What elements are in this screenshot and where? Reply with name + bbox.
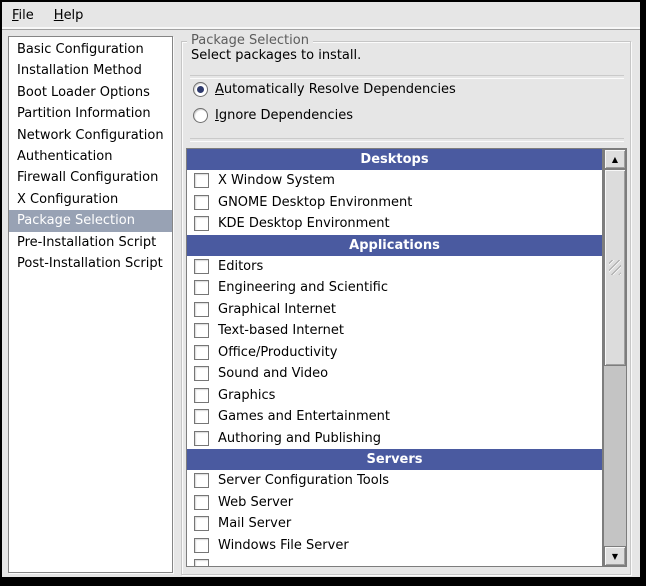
package-label: Engineering and Scientific bbox=[218, 280, 388, 295]
separator bbox=[190, 75, 624, 79]
sidebar-item[interactable]: Boot Loader Options bbox=[9, 82, 172, 103]
app-window: File Help Basic ConfigurationInstallatio… bbox=[0, 0, 646, 586]
separator bbox=[190, 138, 624, 142]
scroll-up-button[interactable]: ▲ bbox=[604, 149, 626, 169]
package-label: Office/Productivity bbox=[218, 345, 337, 360]
radio-ignore-label: Ignore Dependencies bbox=[215, 108, 353, 123]
window-background: File Help Basic ConfigurationInstallatio… bbox=[2, 2, 640, 577]
package-row[interactable]: KDE Desktop Environment bbox=[187, 213, 602, 235]
package-row[interactable]: Editors bbox=[187, 256, 602, 278]
package-checkbox[interactable] bbox=[194, 323, 209, 338]
sidebar-item[interactable]: Partition Information bbox=[9, 103, 172, 124]
package-checkbox[interactable] bbox=[194, 495, 209, 510]
scroll-down-button[interactable]: ▼ bbox=[604, 546, 626, 566]
package-label: Graphics bbox=[218, 388, 275, 403]
menu-help-mnemonic: H bbox=[54, 8, 64, 23]
package-checkbox[interactable] bbox=[194, 409, 209, 424]
package-label: Text-based Internet bbox=[218, 323, 344, 338]
package-checkbox[interactable] bbox=[194, 259, 209, 274]
menu-file-label: ile bbox=[19, 8, 34, 23]
package-row[interactable]: Graphics bbox=[187, 385, 602, 407]
package-label: Editors bbox=[218, 259, 263, 274]
package-row[interactable]: Text-based Internet bbox=[187, 320, 602, 342]
package-row[interactable]: GNOME Desktop Environment bbox=[187, 192, 602, 214]
package-checkbox[interactable] bbox=[194, 431, 209, 446]
radio-ignore-dependencies[interactable]: Ignore Dependencies bbox=[193, 107, 353, 123]
package-row[interactable]: X Window System bbox=[187, 170, 602, 192]
sidebar-item[interactable]: Firewall Configuration bbox=[9, 167, 172, 188]
package-label: Mail Server bbox=[218, 516, 291, 531]
sidebar-nav-list: Basic ConfigurationInstallation MethodBo… bbox=[8, 36, 173, 573]
package-row[interactable]: Sound and Video bbox=[187, 363, 602, 385]
radio-icon bbox=[193, 108, 208, 123]
scrollbar-grip-icon bbox=[609, 260, 621, 275]
package-checkbox[interactable] bbox=[194, 280, 209, 295]
package-row-partial[interactable] bbox=[187, 556, 602, 567]
package-label: Server Configuration Tools bbox=[218, 473, 389, 488]
package-row[interactable]: Games and Entertainment bbox=[187, 406, 602, 428]
package-row[interactable]: Mail Server bbox=[187, 513, 602, 535]
package-checkbox[interactable] bbox=[194, 173, 209, 188]
menu-help[interactable]: Help bbox=[44, 4, 94, 27]
package-label: Authoring and Publishing bbox=[218, 431, 381, 446]
package-checkbox[interactable] bbox=[194, 216, 209, 231]
package-row[interactable]: Windows File Server bbox=[187, 535, 602, 557]
package-row[interactable]: Authoring and Publishing bbox=[187, 428, 602, 450]
sidebar-item[interactable]: Pre-Installation Script bbox=[9, 232, 172, 253]
package-row[interactable]: Office/Productivity bbox=[187, 342, 602, 364]
package-checkbox[interactable] bbox=[194, 559, 209, 567]
frame-title: Package Selection bbox=[187, 33, 313, 48]
package-checkbox[interactable] bbox=[194, 302, 209, 317]
package-checkbox[interactable] bbox=[194, 195, 209, 210]
instruction-label: Select packages to install. bbox=[191, 48, 361, 63]
package-label: KDE Desktop Environment bbox=[218, 216, 390, 231]
package-label: GNOME Desktop Environment bbox=[218, 195, 412, 210]
package-row[interactable]: Engineering and Scientific bbox=[187, 277, 602, 299]
scroll-down-icon: ▼ bbox=[612, 552, 618, 561]
scrollbar-thumb[interactable] bbox=[604, 169, 626, 366]
package-label: X Window System bbox=[218, 173, 335, 188]
radio-dot-icon bbox=[197, 86, 204, 93]
menu-bar: File Help bbox=[2, 2, 640, 30]
package-label: Sound and Video bbox=[218, 366, 328, 381]
package-label: Games and Entertainment bbox=[218, 409, 390, 424]
scroll-up-icon: ▲ bbox=[612, 155, 618, 164]
sidebar-item[interactable]: Post-Installation Script bbox=[9, 253, 172, 274]
package-row[interactable]: Server Configuration Tools bbox=[187, 470, 602, 492]
package-checkbox[interactable] bbox=[194, 366, 209, 381]
package-label: Windows File Server bbox=[218, 538, 349, 553]
package-label: Graphical Internet bbox=[218, 302, 336, 317]
package-row[interactable]: Web Server bbox=[187, 492, 602, 514]
package-checkbox[interactable] bbox=[194, 473, 209, 488]
package-list: Desktops X Window System GNOME Desktop Env… bbox=[186, 148, 603, 567]
category-header: Servers bbox=[187, 449, 602, 470]
sidebar-item[interactable]: Basic Configuration bbox=[9, 39, 172, 60]
sidebar-item[interactable]: X Configuration bbox=[9, 189, 172, 210]
sidebar-item[interactable]: Installation Method bbox=[9, 60, 172, 81]
package-checkbox[interactable] bbox=[194, 345, 209, 360]
package-list-scrollbar: ▲ ▼ bbox=[603, 148, 627, 567]
sidebar-item[interactable]: Authentication bbox=[9, 146, 172, 167]
package-checkbox[interactable] bbox=[194, 538, 209, 553]
category-header: Applications bbox=[187, 235, 602, 256]
package-label: Web Server bbox=[218, 495, 293, 510]
category-header: Desktops bbox=[187, 149, 602, 170]
radio-icon bbox=[193, 82, 208, 97]
package-checkbox[interactable] bbox=[194, 516, 209, 531]
sidebar-item[interactable]: Package Selection bbox=[9, 210, 172, 231]
sidebar-item[interactable]: Network Configuration bbox=[9, 125, 172, 146]
radio-auto-resolve-label: Automatically Resolve Dependencies bbox=[215, 82, 456, 97]
radio-auto-resolve-dependencies[interactable]: Automatically Resolve Dependencies bbox=[193, 81, 456, 97]
package-checkbox[interactable] bbox=[194, 388, 209, 403]
menu-file[interactable]: File bbox=[2, 4, 44, 27]
menu-help-label: elp bbox=[64, 8, 84, 23]
package-row[interactable]: Graphical Internet bbox=[187, 299, 602, 321]
